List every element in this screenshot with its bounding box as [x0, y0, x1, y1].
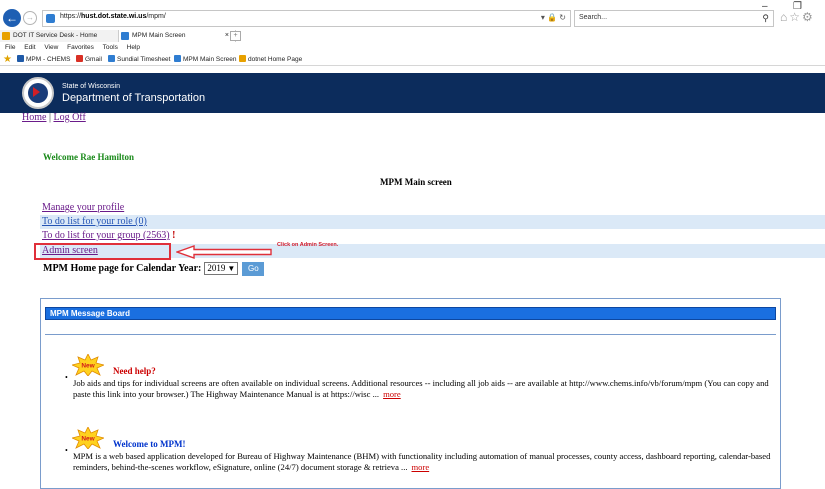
message-board-title: MPM Message Board	[45, 307, 776, 320]
search-placeholder: Search...	[579, 14, 608, 21]
tab-label: MPM Main Screen	[132, 32, 186, 39]
favorite-sundial-timesheet[interactable]: Sundial Timesheet	[108, 53, 170, 66]
back-arrow-icon[interactable]: ←	[3, 9, 21, 27]
menu-bar: File Edit View Favorites Tools Help	[0, 42, 825, 53]
message-title: Need help?	[113, 366, 156, 376]
browser-search[interactable]: Search... ⚲	[574, 10, 774, 27]
search-icon[interactable]: ⚲	[762, 13, 769, 24]
favorite-icon	[17, 55, 24, 62]
favorites-star-icon[interactable]: ☆	[789, 10, 802, 24]
favorites-star-icon[interactable]: ★	[3, 53, 12, 66]
svg-text:New: New	[81, 436, 95, 443]
message-board: MPM Message Board • New Need help? Job a…	[40, 298, 781, 489]
address-actions[interactable]: ▾ 🔒 ↻	[541, 13, 566, 22]
gear-icon[interactable]: ⚙	[802, 10, 815, 24]
chevron-down-icon: ▼	[227, 264, 236, 273]
home-link[interactable]: Home	[22, 112, 46, 123]
menu-row-role: To do list for your role (0)	[40, 215, 825, 229]
menu-edit[interactable]: Edit	[24, 44, 35, 51]
annotation-text: Click on Admin Screen.	[277, 242, 339, 248]
site-header: State of Wisconsin Department of Transpo…	[0, 73, 825, 113]
calendar-year-label: MPM Home page for Calendar Year:	[43, 263, 202, 274]
svg-text:New: New	[81, 363, 95, 370]
year-select[interactable]: 2019 ▼	[204, 262, 239, 275]
menu-favorites[interactable]: Favorites	[67, 44, 94, 51]
group-todo-link[interactable]: To do list for your group (2563)	[42, 230, 170, 241]
refresh-icon[interactable]: ↻	[559, 13, 566, 22]
favorite-mpm-chems[interactable]: MPM - CHEMS	[17, 53, 70, 66]
divider	[45, 334, 776, 335]
lock-icon: 🔒	[547, 13, 558, 22]
favorite-icon	[174, 55, 181, 62]
go-button[interactable]: Go	[242, 262, 265, 276]
new-tab-icon[interactable]: +	[230, 31, 241, 41]
message-title: Welcome to MPM!	[113, 439, 186, 449]
tab-strip: DOT IT Service Desk - Home MPM Main Scre…	[0, 30, 825, 42]
favorite-icon	[108, 55, 115, 62]
new-badge-icon: New	[72, 354, 104, 376]
more-link[interactable]: more	[412, 462, 430, 472]
tab-mpm-main-screen[interactable]: MPM Main Screen ×	[118, 30, 236, 42]
favorite-gmail[interactable]: Gmail	[76, 53, 102, 66]
favorites-bar: ★ MPM - CHEMS Gmail Sundial Timesheet MP…	[0, 53, 825, 66]
menu-row-profile: Manage your profile	[40, 201, 825, 215]
tab-label: DOT IT Service Desk - Home	[13, 32, 98, 39]
address-bar[interactable]: https://hust.dot.state.wi.us/mpm/ ▾ 🔒 ↻	[42, 10, 571, 27]
browser-chrome: – ❐ ← → https://hust.dot.state.wi.us/mpm…	[0, 0, 825, 66]
home-icon[interactable]: ⌂	[780, 10, 789, 24]
group-alert-flag: !	[169, 230, 176, 241]
logoff-link[interactable]: Log Off	[53, 112, 85, 123]
tab-favicon-icon	[2, 32, 10, 40]
message-body: Job aids and tips for individual screens…	[73, 378, 769, 399]
menu-file[interactable]: File	[5, 44, 15, 51]
dropdown-arrow-icon[interactable]: ▾	[541, 13, 545, 22]
wisdot-logo-icon	[22, 77, 54, 109]
browser-tools: ⌂☆⚙	[780, 10, 815, 24]
favorite-icon	[239, 55, 246, 62]
favorite-icon	[76, 55, 83, 62]
admin-highlight-box	[34, 243, 171, 260]
more-link[interactable]: more	[383, 389, 401, 399]
calendar-year-row: MPM Home page for Calendar Year: 2019 ▼ Go	[43, 262, 265, 278]
menu-row-group: To do list for your group (2563) !	[40, 229, 825, 243]
page-title: MPM Main screen	[380, 177, 452, 187]
callout-arrow-icon	[176, 245, 272, 259]
page-icon	[46, 14, 55, 23]
message-body: MPM is a web based application developed…	[73, 451, 771, 472]
close-icon[interactable]: ×	[225, 30, 229, 42]
menu-view[interactable]: View	[44, 44, 58, 51]
manage-profile-link[interactable]: Manage your profile	[42, 202, 124, 213]
favorite-mpm-main-screen[interactable]: MPM Main Screen	[174, 53, 236, 66]
tab-favicon-icon	[121, 32, 129, 40]
state-name: State of Wisconsin	[62, 83, 120, 90]
favorite-dotnet-home[interactable]: dotnet Home Page	[239, 53, 302, 66]
bullet: •	[65, 446, 68, 455]
forward-arrow-icon[interactable]: →	[23, 11, 37, 25]
tab-it-service-desk[interactable]: DOT IT Service Desk - Home	[0, 30, 118, 42]
menu-help[interactable]: Help	[127, 44, 140, 51]
top-nav: Home | Log Off	[22, 112, 86, 123]
bullet: •	[65, 373, 68, 382]
menu-tools[interactable]: Tools	[103, 44, 118, 51]
welcome-message: Welcome Rae Hamilton	[43, 152, 134, 162]
address-url: https://hust.dot.state.wi.us/mpm/	[60, 13, 166, 20]
department-name: Department of Transportation	[62, 92, 206, 104]
new-badge-icon: New	[72, 427, 104, 449]
role-todo-link[interactable]: To do list for your role (0)	[42, 216, 147, 227]
